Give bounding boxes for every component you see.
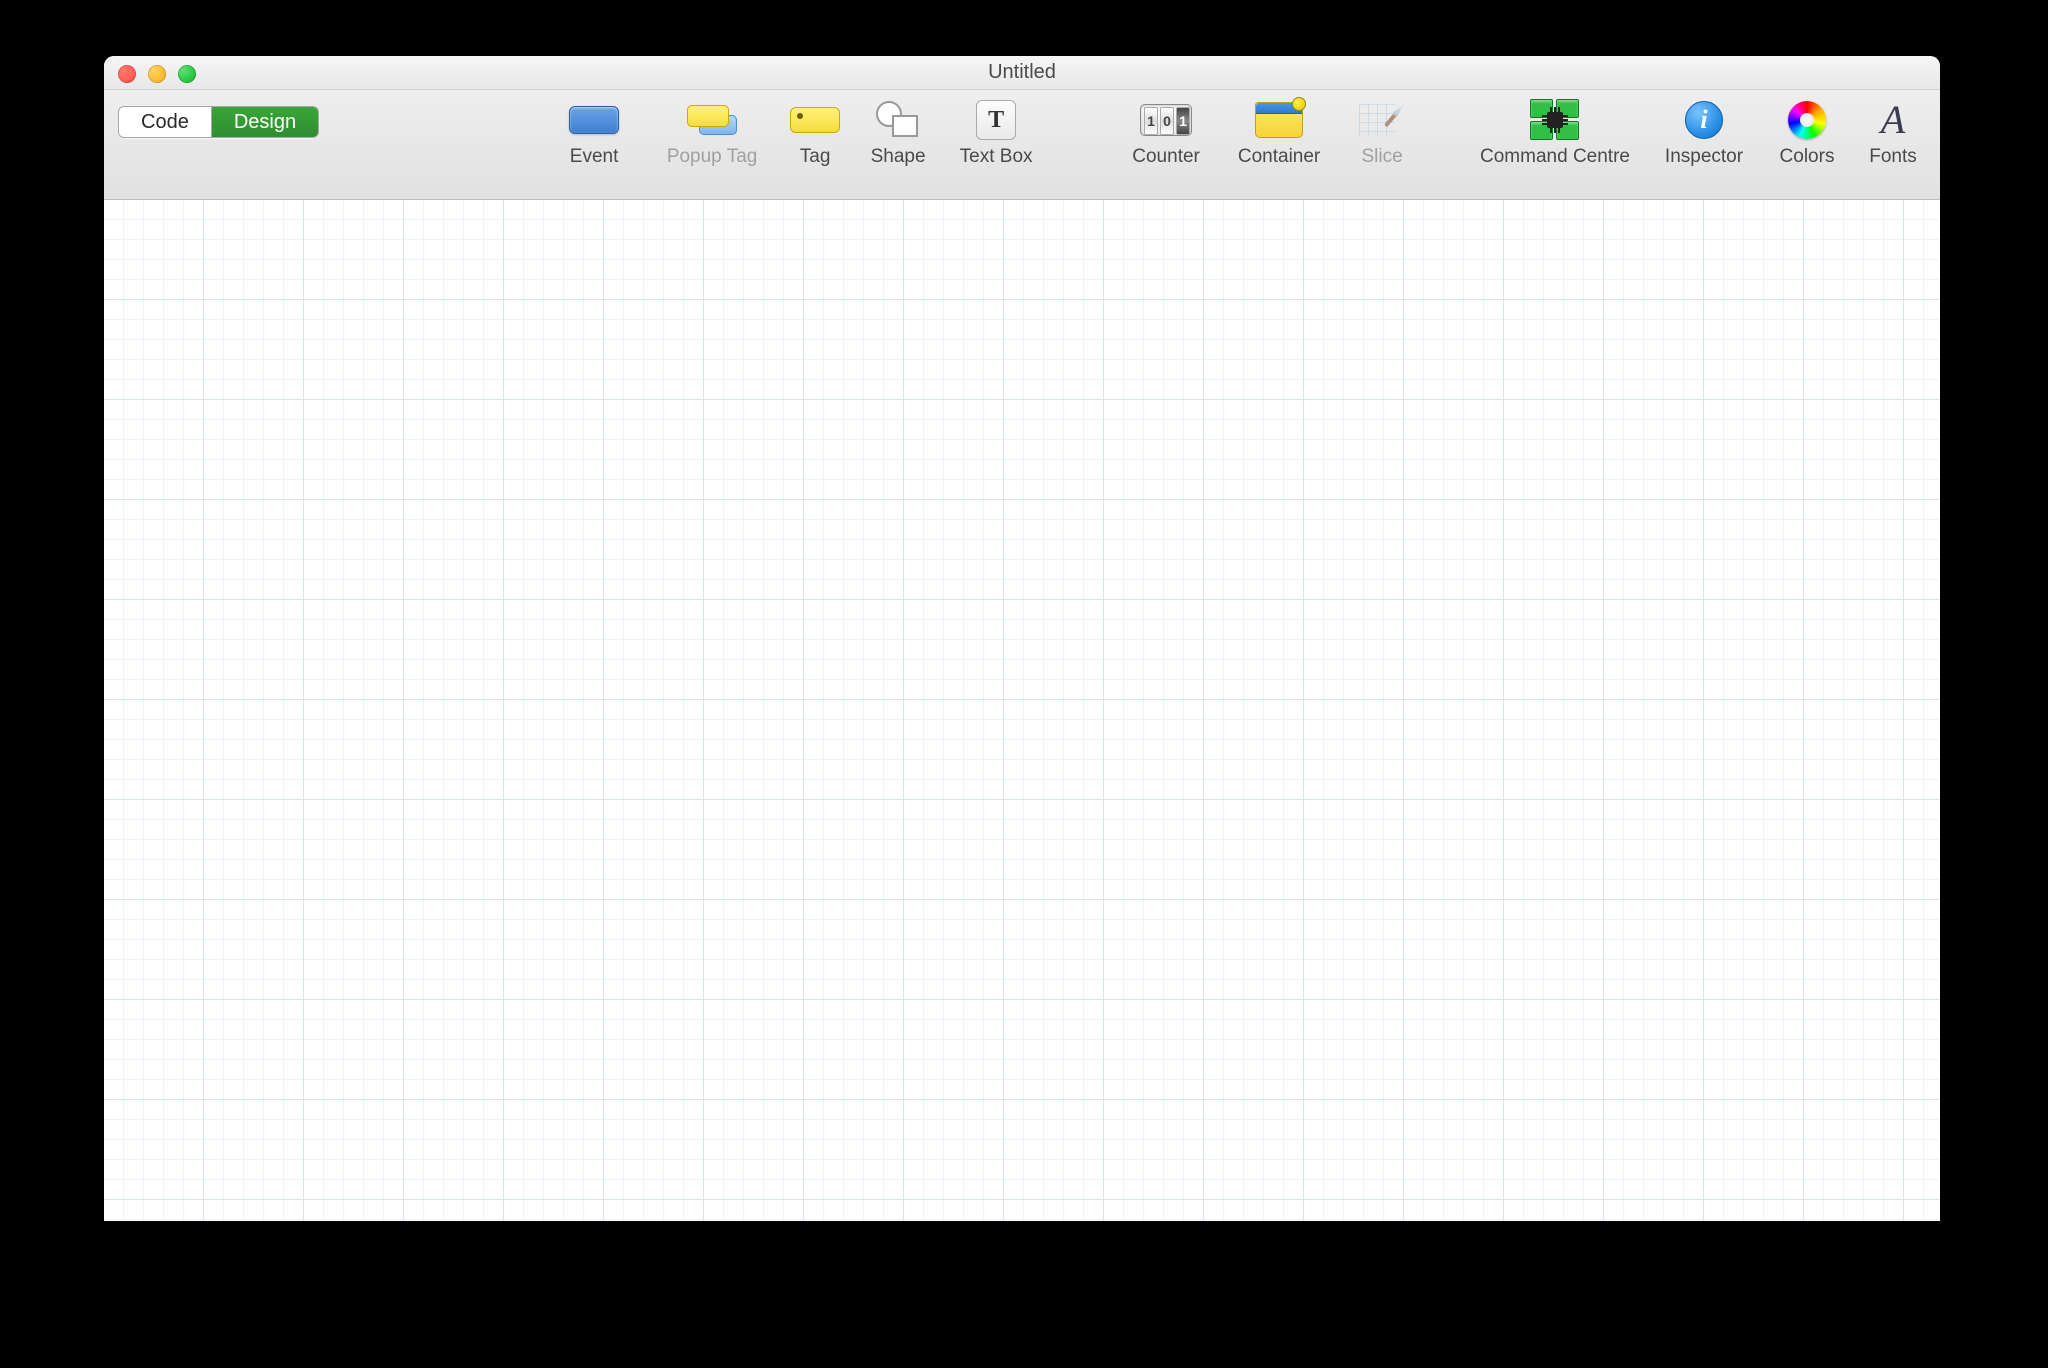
tag-label: Tag [800,146,831,168]
command-centre-icon [1530,99,1580,141]
command-centre-button[interactable]: Command Centre [1470,100,1640,168]
container-tool[interactable]: Container [1229,100,1329,168]
counter-tool[interactable]: 1 0 1 Counter [1121,100,1211,168]
event-tool[interactable]: Event [549,100,639,168]
shape-icon [874,101,922,139]
zoom-window-button[interactable] [178,65,196,83]
inspector-icon: i [1685,101,1723,139]
app-window: Untitled Code Design Event Popup Tag Tag… [104,56,1940,1221]
design-view-button[interactable]: Design [211,107,318,137]
inspector-label: Inspector [1665,146,1743,168]
popup-tag-tool: Popup Tag [657,100,767,168]
window-title: Untitled [988,61,1056,84]
window-controls [118,65,196,83]
colors-label: Colors [1780,146,1835,168]
toolbar: Code Design Event Popup Tag Tag Shape T [104,90,1940,200]
container-icon [1255,102,1303,138]
counter-icon: 1 0 1 [1140,104,1192,136]
view-mode-toggle: Code Design [118,106,319,138]
minimize-window-button[interactable] [148,65,166,83]
design-canvas[interactable] [104,200,1940,1221]
text-box-icon: T [976,100,1016,140]
toolbar-group-insert: Event Popup Tag Tag Shape T Text Box [549,100,1041,168]
fonts-button[interactable]: A Fonts [1860,100,1926,168]
tag-tool[interactable]: Tag [785,100,845,168]
inspector-button[interactable]: i Inspector [1654,100,1754,168]
slice-tool: Slice [1347,100,1417,168]
container-label: Container [1238,146,1320,168]
tag-icon [790,107,840,133]
popup-tag-label: Popup Tag [667,146,758,168]
slice-label: Slice [1361,146,1402,168]
fonts-icon: A [1881,100,1905,140]
toolbar-group-panels: Command Centre i Inspector Colors A Font… [1470,100,1926,168]
text-box-label: Text Box [960,146,1033,168]
shape-label: Shape [871,146,926,168]
shape-tool[interactable]: Shape [863,100,933,168]
slice-icon [1359,100,1405,140]
event-icon [569,106,619,134]
event-label: Event [570,146,619,168]
toolbar-group-objects: 1 0 1 Counter Container Slice [1121,100,1417,168]
code-view-button[interactable]: Code [119,107,211,137]
colors-icon [1788,101,1826,139]
fonts-label: Fonts [1869,146,1917,168]
counter-label: Counter [1132,146,1200,168]
popup-tag-icon [687,105,737,135]
titlebar: Untitled [104,56,1940,90]
command-centre-label: Command Centre [1480,146,1630,168]
close-window-button[interactable] [118,65,136,83]
colors-button[interactable]: Colors [1768,100,1846,168]
text-box-tool[interactable]: T Text Box [951,100,1041,168]
